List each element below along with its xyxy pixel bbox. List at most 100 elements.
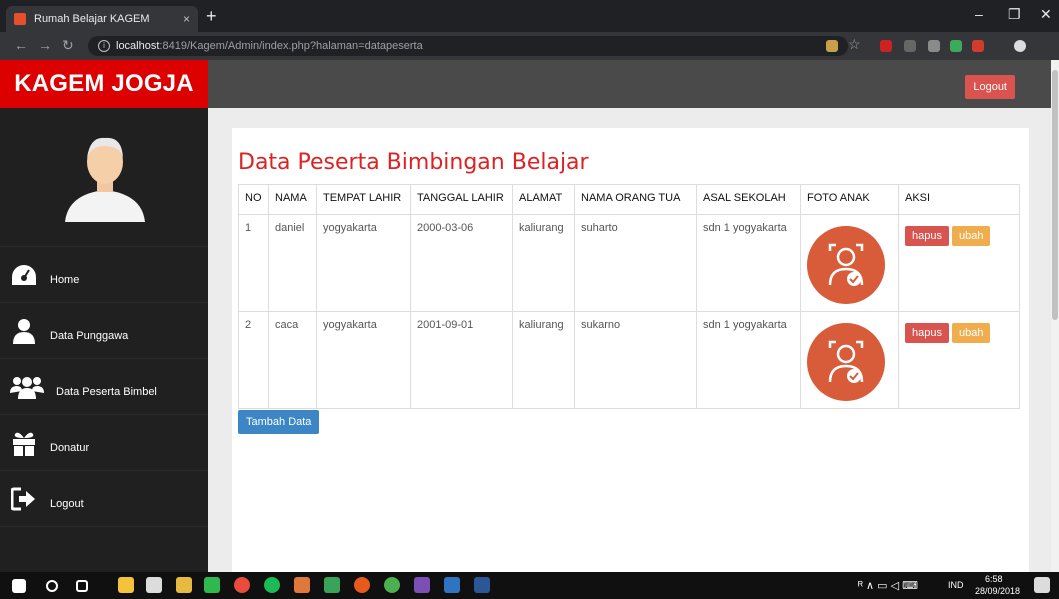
cell-tempat-lahir: yogyakarta [316, 311, 411, 409]
dashboard-icon [10, 261, 38, 289]
maximize-button[interactable]: ❐ [1008, 6, 1021, 23]
cell-tanggal-lahir: 2000-03-06 [410, 214, 513, 312]
app-icon[interactable] [354, 577, 370, 593]
browser-tab[interactable]: Rumah Belajar KAGEM × [6, 6, 198, 32]
address-bar[interactable]: i localhost:8419/Kagem/Admin/index.php?h… [88, 36, 848, 56]
cell-no: 2 [238, 311, 269, 409]
window-close-button[interactable]: ✕ [1040, 6, 1052, 23]
app-icon[interactable] [384, 577, 400, 593]
column-header: NAMA [268, 184, 317, 215]
sidebar-item-label: Data Punggawa [50, 329, 129, 342]
user-icon [10, 317, 38, 345]
minimize-button[interactable]: – [975, 6, 983, 22]
cell-tempat-lahir: yogyakarta [316, 214, 411, 312]
column-header: TANGGAL LAHIR [410, 184, 513, 215]
sidebar-item-data-punggawa[interactable]: Data Punggawa [0, 302, 208, 358]
column-header: TEMPAT LAHIR [316, 184, 411, 215]
site-favicon-icon [14, 13, 26, 25]
cell-nama: caca [268, 311, 317, 409]
participants-table: NO NAMA TEMPAT LAHIR TANGGAL LAHIR ALAMA… [238, 184, 1020, 409]
cell-alamat: kaliurang [512, 214, 575, 312]
mail-icon[interactable] [146, 577, 162, 593]
table-header-row: NO NAMA TEMPAT LAHIR TANGGAL LAHIR ALAMA… [238, 184, 1020, 215]
extension-icon[interactable] [950, 40, 962, 52]
sidebar-item-label: Logout [50, 497, 84, 510]
cell-foto-anak [800, 214, 899, 312]
cell-alamat: kaliurang [512, 311, 575, 409]
file-explorer-icon[interactable] [176, 577, 192, 593]
new-tab-button[interactable]: + [206, 6, 217, 26]
visual-studio-icon[interactable] [414, 577, 430, 593]
column-header: ASAL SEKOLAH [696, 184, 801, 215]
task-view-icon[interactable] [76, 580, 88, 592]
user-avatar-icon [60, 132, 150, 222]
windows-taskbar: ᴿ ∧ ▭ ◁ ⌨ IND 6:58 28/09/2018 [0, 572, 1059, 599]
edit-button[interactable]: ubah [951, 323, 991, 343]
child-photo-icon [807, 226, 885, 304]
extension-icon[interactable] [972, 40, 984, 52]
sidebar-item-logout[interactable]: Logout [0, 470, 208, 526]
windows-start-icon[interactable] [12, 579, 26, 593]
logout-button[interactable]: Logout [965, 75, 1015, 99]
chrome-icon[interactable] [234, 577, 250, 593]
app-icon[interactable] [324, 577, 340, 593]
adblock-extension-icon[interactable] [880, 40, 892, 52]
sidebar-item-home[interactable]: Home [0, 246, 208, 302]
word-icon[interactable] [474, 577, 490, 593]
page-title: Data Peserta Bimbingan Belajar [238, 150, 589, 175]
extension-icon[interactable] [928, 40, 940, 52]
store-icon[interactable] [118, 577, 134, 593]
site-info-icon[interactable]: i [98, 40, 110, 52]
profile-avatar-icon[interactable] [1014, 40, 1026, 52]
notification-center-icon[interactable] [1034, 577, 1050, 593]
extension-icon[interactable] [904, 40, 916, 52]
bookmark-star-icon[interactable]: ☆ [848, 36, 861, 53]
browser-tabstrip: Rumah Belajar KAGEM × + – ❐ ✕ [0, 0, 1059, 32]
url-path: :8419/Kagem/Admin/index.php?halaman=data… [159, 40, 423, 52]
sidebar-item-label: Donatur [50, 441, 90, 454]
language-indicator[interactable]: IND [948, 580, 964, 590]
table-row: 2 caca yogyakarta 2001-09-01 kaliurang s… [238, 311, 1020, 409]
cell-nama-orang-tua: sukarno [574, 311, 697, 409]
app-icon[interactable] [444, 577, 460, 593]
add-data-button[interactable]: Tambah Data [238, 410, 320, 434]
clock-time[interactable]: 6:58 [985, 574, 1003, 584]
cell-foto-anak [800, 311, 899, 409]
brand-logo[interactable]: KAGEM JOGJA [0, 60, 208, 108]
delete-button[interactable]: hapus [905, 323, 949, 343]
extension-icon[interactable] [826, 40, 838, 52]
edit-button[interactable]: ubah [951, 226, 991, 246]
system-tray-icons[interactable]: ᴿ ∧ ▭ ◁ ⌨ [858, 579, 918, 592]
cell-aksi: hapus ubah [898, 214, 1020, 312]
child-photo-icon [807, 323, 885, 401]
column-header: NO [238, 184, 269, 215]
users-icon [10, 373, 44, 401]
main-content: Data Peserta Bimbingan Belajar NO NAMA T… [208, 108, 1051, 572]
sidebar-item-data-peserta-bimbel[interactable]: Data Peserta Bimbel [0, 358, 208, 414]
delete-button[interactable]: hapus [905, 226, 949, 246]
scrollbar-thumb[interactable] [1052, 70, 1058, 320]
reload-icon[interactable]: ↻ [62, 37, 74, 54]
sign-out-icon [10, 485, 38, 513]
url-host: localhost [116, 40, 160, 52]
column-header: AKSI [898, 184, 1020, 215]
app-icon[interactable] [294, 577, 310, 593]
forward-arrow-icon[interactable]: → [38, 37, 52, 53]
sidebar-item-donatur[interactable]: Donatur [0, 414, 208, 470]
table-row: 1 daniel yogyakarta 2000-03-06 kaliurang… [238, 214, 1020, 312]
page-scrollbar[interactable] [1051, 60, 1059, 572]
cortana-search-icon[interactable] [46, 580, 58, 592]
column-header: FOTO ANAK [800, 184, 899, 215]
cell-aksi: hapus ubah [898, 311, 1020, 409]
tab-close-icon[interactable]: × [183, 12, 190, 26]
cell-tanggal-lahir: 2001-09-01 [410, 311, 513, 409]
back-arrow-icon[interactable]: ← [14, 37, 28, 53]
spotify-icon[interactable] [264, 577, 280, 593]
sidebar: KAGEM JOGJA Home Data Punggawa Data Pese… [0, 60, 208, 572]
sidebar-divider [0, 526, 208, 572]
line-app-icon[interactable] [204, 577, 220, 593]
top-navbar: Logout [208, 60, 1051, 108]
clock-date[interactable]: 28/09/2018 [975, 586, 1020, 596]
column-header: ALAMAT [512, 184, 575, 215]
tab-title: Rumah Belajar KAGEM [34, 13, 150, 25]
